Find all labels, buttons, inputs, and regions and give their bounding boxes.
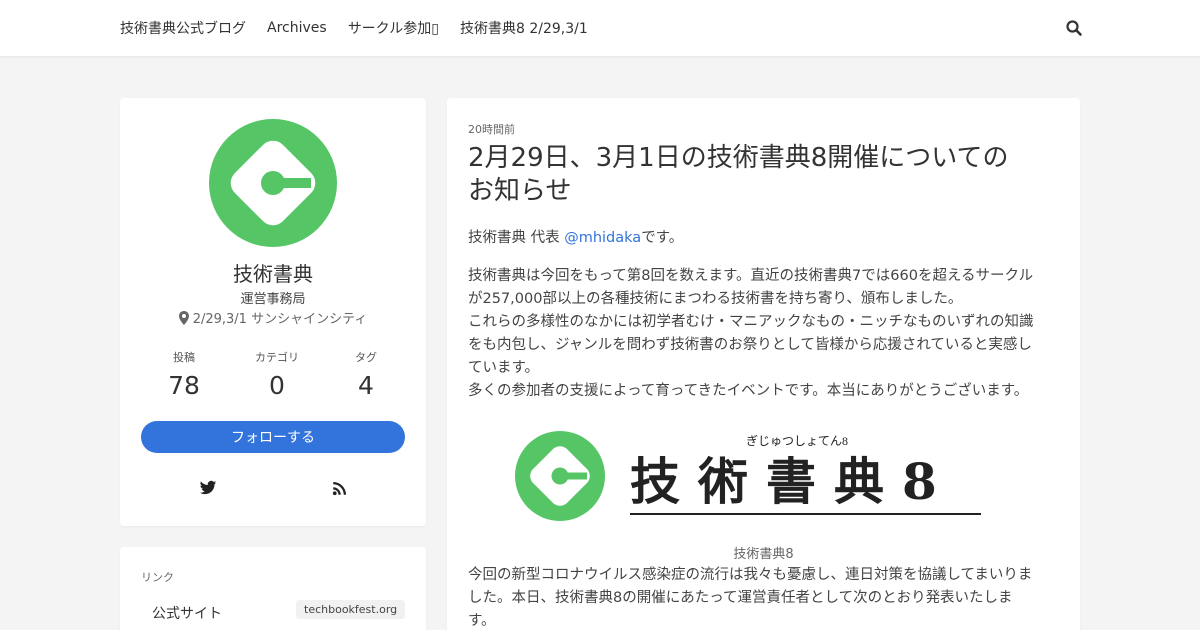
body-line: が257,000部以上の各種技術にまつわる技術書を持ち寄り、頒布しました。 (468, 291, 963, 307)
image-caption: 技術書典8 (733, 547, 794, 562)
stat-categories[interactable]: カテゴリ 0 (237, 349, 317, 400)
body-line: これらの多様性のなかには初学者むけ・マニアックなもの・ニッチなものいずれの知識 (468, 314, 1034, 330)
rss-icon[interactable] (331, 479, 349, 497)
follow-button[interactable]: フォローする (141, 421, 405, 453)
profile-card: 技術書典 運営事務局 2/29,3/1 サンシャインシティ 投稿 78 カテゴリ… (120, 98, 426, 526)
profile-org: 運営事務局 (240, 292, 306, 307)
intro-suffix: です。 (641, 230, 684, 246)
link-official-site[interactable]: 公式サイト (152, 603, 222, 623)
article-title-line1: 2月29日、3月1日の技術書典8開催についての (468, 143, 1009, 173)
stat-tags-label: タグ (355, 351, 377, 364)
event-logo-image: ぎじゅつしょてん8 技術書典8 (515, 431, 981, 521)
links-card: リンク 公式サイト techbookfest.org (120, 547, 426, 630)
article-title[interactable]: 2月29日、3月1日の技術書典8開催についての お知らせ (468, 142, 1068, 208)
body-line: をも内包し、ジャンルを問わず技術書のお祭りとして皆様から応援されていると実感し (468, 337, 1032, 353)
profile-name: 技術書典 (233, 262, 313, 286)
stat-tags-value: 4 (358, 371, 374, 400)
stat-categories-value: 0 (269, 371, 285, 400)
body-line: 技術書典は今回をもって第8回を数えます。直近の技術書典7では660を超えるサーク… (468, 268, 1034, 284)
news-line: 今回の新型コロナウイルス感染症の流行は我々も憂慮し、連日対策を協議してまいりま (468, 567, 1033, 583)
links-heading: リンク (141, 571, 174, 584)
search-icon[interactable] (1065, 19, 1083, 37)
twitter-icon[interactable] (199, 479, 217, 497)
news-line: した。本日、技術書典8の開催にあたって運営責任者として次のとおり発表いたしま (468, 590, 1013, 606)
hero-ruby-text: ぎじゅつしょてん8 (746, 434, 848, 448)
stat-posts[interactable]: 投稿 78 (144, 349, 224, 400)
link-official-site-tag[interactable]: techbookfest.org (296, 600, 406, 619)
stat-tags[interactable]: タグ 4 (326, 349, 406, 400)
top-navbar: 技術書典公式ブログ Archives サークル参加▯ 技術書典8 2/29,3/… (0, 0, 1200, 56)
stat-posts-label: 投稿 (173, 351, 195, 364)
nav-item-archives[interactable]: Archives (267, 20, 327, 36)
nav-menu: 技術書典公式ブログ Archives サークル参加▯ 技術書典8 2/29,3/… (120, 0, 609, 56)
article-date: 20時間前 (468, 123, 515, 136)
article-card: 20時間前 2月29日、3月1日の技術書典8開催についての お知らせ 技術書典 … (447, 98, 1080, 630)
intro-prefix: 技術書典 代表 (468, 230, 565, 246)
profile-location: 2/29,3/1 サンシャインシティ (120, 308, 426, 327)
map-marker-icon (178, 310, 189, 325)
author-mention-link[interactable]: @mhidaka (564, 230, 641, 246)
article-title-line2: お知らせ (468, 176, 572, 206)
article-intro: 技術書典 代表 @mhidakaです。 (468, 227, 1060, 250)
body-line: ています。 (468, 360, 540, 376)
techbookfest-logo (209, 119, 337, 247)
profile-location-text: 2/29,3/1 サンシャインシティ (192, 312, 368, 327)
stat-categories-label: カテゴリ (255, 351, 299, 364)
stat-posts-value: 78 (168, 371, 200, 400)
news-line: す。 (468, 613, 496, 629)
article-paragraph-news: 今回の新型コロナウイルス感染症の流行は我々も憂慮し、連日対策を協議してまいりま … (468, 564, 1060, 630)
hero-title-text: 技術書典8 (630, 452, 955, 511)
nav-item-circle-join[interactable]: サークル参加▯ (348, 18, 439, 38)
nav-item-event[interactable]: 技術書典8 2/29,3/1 (460, 18, 588, 38)
body-line: 多くの参加者の支援によって育ってきたイベントです。本当にありがとうございます。 (468, 383, 1029, 399)
article-paragraph: 技術書典は今回をもって第8回を数えます。直近の技術書典7では660を超えるサーク… (468, 265, 1060, 403)
nav-item-blog-home[interactable]: 技術書典公式ブログ (120, 18, 246, 38)
